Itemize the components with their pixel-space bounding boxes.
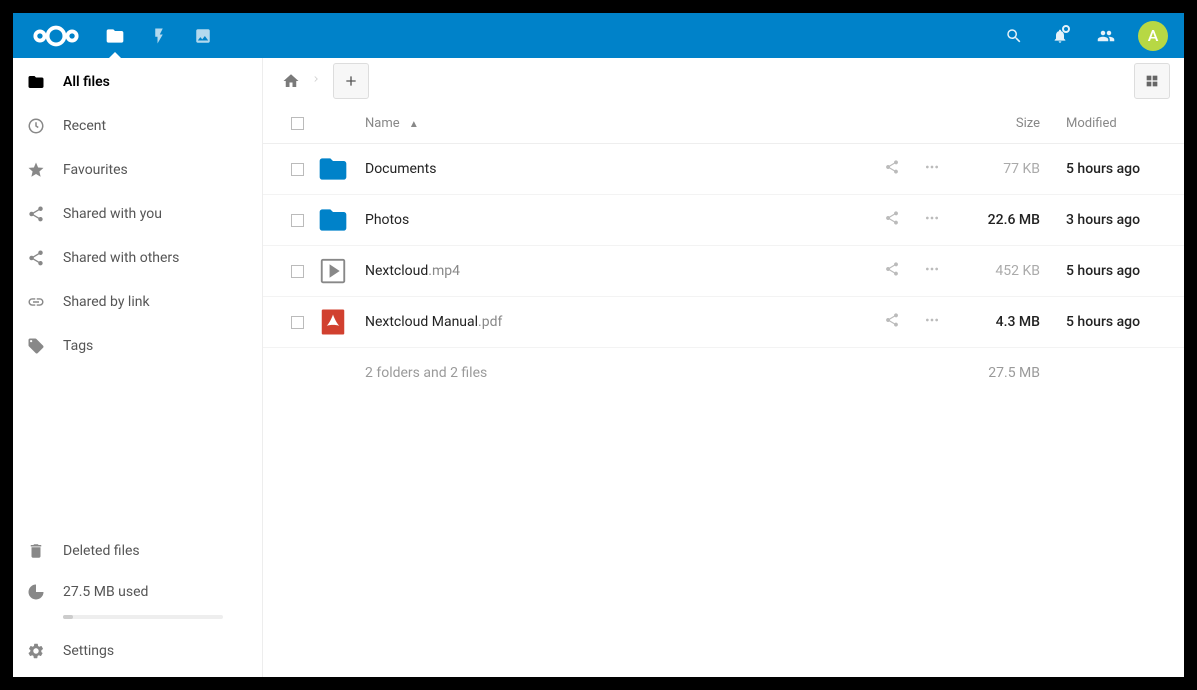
star-icon [27,161,55,179]
view-toggle-button[interactable] [1134,63,1170,99]
table-summary: 2 folders and 2 files 27.5 MB [263,348,1184,398]
file-size: 77 KB [950,161,1040,177]
contacts-icon[interactable] [1086,16,1126,56]
share-icon [27,205,55,223]
row-checkbox[interactable] [291,265,304,278]
file-size: 22.6 MB [950,212,1040,228]
file-name[interactable]: Nextcloud Manual.pdf [365,314,502,330]
sidebar-item-tags[interactable]: Tags [13,324,262,368]
search-icon[interactable] [994,16,1034,56]
file-modified: 5 hours ago [1040,314,1170,330]
sidebar: All files Recent Favourites Shared with … [13,58,263,677]
sidebar-item-label: Shared with others [63,250,179,266]
activity-app-icon[interactable] [137,13,181,58]
table-row[interactable]: Nextcloud.mp4 452 KB 5 hours ago [263,246,1184,297]
quota-label: 27.5 MB used [63,584,148,600]
file-name[interactable]: Nextcloud.mp4 [365,263,460,279]
column-header-size[interactable]: Size [950,116,1040,131]
file-type-icon [317,306,349,338]
column-header-label: Name [365,116,400,131]
column-header-modified[interactable]: Modified [1040,116,1170,131]
file-size: 4.3 MB [950,314,1040,330]
summary-text: 2 folders and 2 files [361,365,850,381]
table-header: Name ▲ Size Modified [263,104,1184,144]
sidebar-item-settings[interactable]: Settings [13,629,262,673]
sort-ascending-icon: ▲ [409,119,419,130]
quota-bar [63,615,223,619]
home-breadcrumb[interactable] [277,67,305,95]
table-row[interactable]: Nextcloud Manual.pdf 4.3 MB 5 hours ago [263,297,1184,348]
app-nav [93,13,225,58]
sidebar-item-label: Settings [63,643,114,659]
file-modified: 5 hours ago [1040,161,1170,177]
sidebar-item-recent[interactable]: Recent [13,104,262,148]
file-size: 452 KB [950,263,1040,279]
file-type-icon [317,204,349,236]
select-all-checkbox[interactable] [291,117,304,130]
sidebar-item-label: Deleted files [63,543,140,559]
sidebar-item-shared-with-others[interactable]: Shared with others [13,236,262,280]
sidebar-item-label: All files [63,74,110,90]
share-icon[interactable] [882,210,902,230]
table-row[interactable]: Documents 77 KB 5 hours ago [263,144,1184,195]
more-icon[interactable] [922,159,942,179]
nextcloud-logo[interactable] [29,23,83,49]
avatar[interactable]: A [1138,21,1168,51]
content-area: Name ▲ Size Modified Documents 77 KB 5 h… [263,58,1184,677]
more-icon[interactable] [922,261,942,281]
trash-icon [27,542,55,560]
quota-icon [27,583,55,601]
new-button[interactable] [333,63,369,99]
file-modified: 5 hours ago [1040,263,1170,279]
breadcrumb-separator-icon [311,70,321,93]
row-checkbox[interactable] [291,163,304,176]
sidebar-item-shared-with-you[interactable]: Shared with you [13,192,262,236]
more-icon[interactable] [922,210,942,230]
sidebar-item-quota: 27.5 MB used [13,573,262,611]
share-icon [27,249,55,267]
sidebar-item-label: Tags [63,338,93,354]
column-header-name[interactable]: Name ▲ [361,116,850,131]
share-icon[interactable] [882,261,902,281]
sidebar-item-label: Shared with you [63,206,162,222]
sidebar-item-label: Recent [63,118,106,134]
tag-icon [27,337,55,355]
sidebar-item-all-files[interactable]: All files [13,60,262,104]
row-checkbox[interactable] [291,214,304,227]
file-type-icon [317,153,349,185]
file-name[interactable]: Documents [365,161,436,177]
file-modified: 3 hours ago [1040,212,1170,228]
share-icon[interactable] [882,312,902,332]
sidebar-item-favourites[interactable]: Favourites [13,148,262,192]
files-app-icon[interactable] [93,13,137,58]
sidebar-item-shared-by-link[interactable]: Shared by link [13,280,262,324]
gallery-app-icon[interactable] [181,13,225,58]
summary-size: 27.5 MB [950,365,1040,381]
gear-icon [27,642,55,660]
file-name[interactable]: Photos [365,212,409,228]
sidebar-item-label: Shared by link [63,294,150,310]
sidebar-item-deleted[interactable]: Deleted files [13,529,262,573]
table-row[interactable]: Photos 22.6 MB 3 hours ago [263,195,1184,246]
app-header: A [13,13,1184,58]
sidebar-item-label: Favourites [63,162,128,178]
notification-dot [1062,25,1070,33]
folder-icon [27,73,55,91]
file-type-icon [317,255,349,287]
share-icon[interactable] [882,159,902,179]
notifications-icon[interactable] [1040,16,1080,56]
link-icon [27,293,55,311]
clock-icon [27,117,55,135]
breadcrumb-bar [263,58,1184,104]
row-checkbox[interactable] [291,316,304,329]
more-icon[interactable] [922,312,942,332]
